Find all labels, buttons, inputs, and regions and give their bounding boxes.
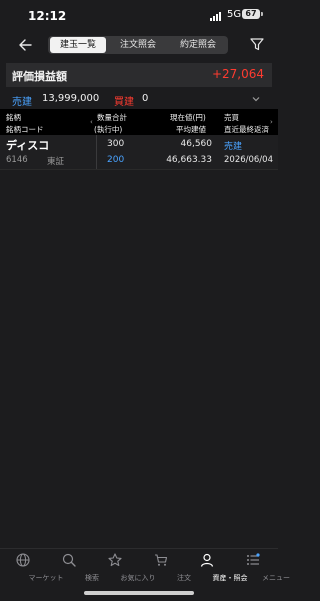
header-quantity: 数量合計 xyxy=(97,113,127,122)
star-icon xyxy=(108,553,122,567)
scroll-right-icon[interactable]: › xyxy=(270,118,273,126)
market-name: 東証 xyxy=(47,157,65,167)
stock-name: ディスコ xyxy=(6,139,50,152)
menu-icon xyxy=(247,553,260,565)
tabbar-item-favorites[interactable]: お気に入り xyxy=(92,553,156,583)
header-code: 銘柄コード xyxy=(6,125,44,134)
last-repay-date: 2026/06/04 xyxy=(224,155,273,165)
tabbar-item-menu[interactable]: メニュー xyxy=(230,553,290,583)
quantity-executing: 200 xyxy=(107,155,125,165)
globe-icon xyxy=(16,553,30,567)
tab-positions[interactable]: 建玉一覧 xyxy=(50,37,106,53)
position-summary[interactable]: 売建 13,999,000 買建 0 xyxy=(6,89,272,110)
search-icon xyxy=(62,553,76,567)
table-row[interactable]: ディスコ 6146 東証 300 200 46,560 46,663.33 売建… xyxy=(0,135,278,170)
signal-icon xyxy=(210,11,224,21)
buy-value: 0 xyxy=(142,93,149,104)
status-time: 12:12 xyxy=(28,9,67,23)
status-bar: 12:12 5G 67 xyxy=(0,0,278,32)
tabbar-label-menu: メニュー xyxy=(262,574,290,582)
header-price: 現在値(円) xyxy=(170,113,206,122)
cart-icon xyxy=(155,554,168,566)
scroll-left-icon[interactable]: ‹ xyxy=(90,118,93,126)
sell-value: 13,999,000 xyxy=(42,93,100,104)
person-icon xyxy=(200,553,214,567)
tab-orders[interactable]: 注文照会 xyxy=(110,37,166,53)
table-header: 銘柄 銘柄コード ‹ 数量合計 (執行中) 現在値(円) 平均建値 売買 直近最… xyxy=(0,109,278,135)
pnl-summary: 評価損益額 +27,064 xyxy=(6,63,272,87)
battery-icon: 67 xyxy=(242,9,260,19)
chevron-down-icon[interactable] xyxy=(252,95,260,103)
tabbar-item-assets[interactable]: 資産・照会 xyxy=(184,553,248,583)
sell-label: 売建 xyxy=(12,97,32,108)
pnl-value: +27,064 xyxy=(211,67,264,81)
current-price: 46,560 xyxy=(180,139,213,149)
nav-bar: 建玉一覧 注文照会 約定照会 xyxy=(0,32,278,60)
segmented-control: 建玉一覧 注文照会 約定照会 xyxy=(48,36,228,54)
empty-content-area xyxy=(0,170,278,548)
tab-executions[interactable]: 約定照会 xyxy=(170,37,226,53)
battery-tip xyxy=(261,12,263,16)
header-executing: (執行中) xyxy=(94,125,123,134)
header-last-repay: 直近最終返済 xyxy=(224,125,269,134)
stock-code: 6146 xyxy=(6,155,28,165)
quantity-total: 300 xyxy=(107,139,125,149)
header-avg-price: 平均建値 xyxy=(176,125,206,134)
filter-icon[interactable] xyxy=(250,37,264,51)
tabbar-item-market[interactable]: マーケット xyxy=(0,553,64,583)
average-price: 46,663.33 xyxy=(166,155,212,165)
home-indicator xyxy=(84,591,194,595)
network-type: 5G xyxy=(227,9,242,20)
buy-label: 買建 xyxy=(114,97,134,108)
back-arrow-icon[interactable] xyxy=(18,36,32,54)
header-side: 売買 xyxy=(224,113,239,122)
pnl-label: 評価損益額 xyxy=(12,70,67,83)
header-name: 銘柄 xyxy=(6,113,21,122)
tabbar-item-search[interactable]: 検索 xyxy=(46,553,99,583)
column-divider xyxy=(96,135,97,169)
trade-side: 売建 xyxy=(224,142,243,152)
tabbar-item-order[interactable]: 注文 xyxy=(138,553,191,583)
